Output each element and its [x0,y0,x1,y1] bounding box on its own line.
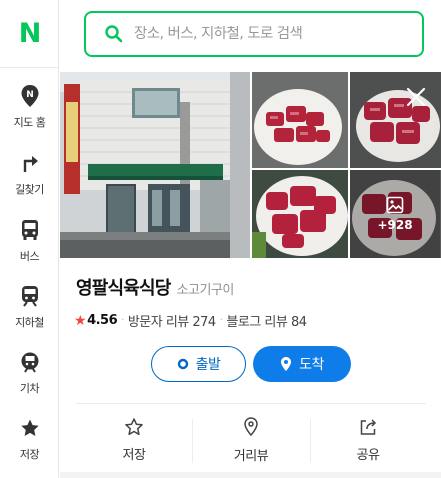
save-label: 저장 [122,448,146,463]
separator-dot: · [121,315,124,326]
naver-logo[interactable]: N [0,0,59,68]
street-view-label: 거리뷰 [233,449,269,464]
meat-photo-3[interactable] [252,170,348,258]
divider [76,403,426,404]
star-outline-icon [125,418,143,436]
left-sidebar: N N 지도 홈 길찾기 버스 지하철 기차 저장 [0,0,59,478]
sidebar-item-label: 지하철 [15,316,44,329]
sidebar-item-label: 저장 [19,448,40,461]
subway-icon [18,284,42,308]
meat-photo-2[interactable] [350,72,441,168]
save-button[interactable]: 저장 [74,412,194,468]
more-photos-count: +928 [377,218,413,232]
place-name: 영팔식육식당 [76,278,171,299]
svg-text:N: N [26,90,34,100]
separator-dot: · [219,315,223,326]
sidebar-item-map-home[interactable]: N 지도 홈 [0,84,59,144]
place-panel: +928 영팔식육식당 소고기구이 ★ 4.56 · 방문자 리뷰 274 · … [60,72,441,478]
sidebar-item-subway[interactable]: 지하철 [0,284,59,344]
search-icon [105,25,123,43]
logo-text: N [18,18,42,49]
place-title-row: 영팔식육식당 소고기구이 [76,274,234,300]
map-pin-icon: N [18,84,42,108]
visitor-reviews-link[interactable]: 방문자 리뷰 274 [128,311,216,330]
search-input[interactable] [134,26,404,42]
close-icon[interactable] [405,86,427,108]
image-icon [386,196,404,214]
start-route-label: 출발 [195,357,221,373]
search-box[interactable] [84,11,424,57]
arrive-route-label: 도착 [299,357,324,373]
sidebar-item-label: 길찾기 [15,183,44,196]
sidebar-item-label: 기차 [19,382,40,395]
photo-gallery[interactable]: +928 [60,72,441,258]
bus-icon [18,218,42,242]
share-label: 공유 [356,448,380,463]
sidebar-item-train[interactable]: 기차 [0,350,59,410]
blog-reviews-link[interactable]: 블로그 리뷰 84 [226,311,307,330]
storefront-photo[interactable] [60,72,250,258]
arrive-route-button[interactable]: 도착 [253,346,351,382]
review-summary: ★ 4.56 · 방문자 리뷰 274 · 블로그 리뷰 84 [74,311,307,331]
street-view-icon [244,417,258,437]
rating-star-icon: ★ [74,312,87,329]
sidebar-item-label: 지도 홈 [13,116,46,129]
share-icon [360,419,377,435]
sidebar-item-bus[interactable]: 버스 [0,218,59,278]
train-icon [18,350,42,374]
star-icon [18,416,42,440]
sidebar-item-directions[interactable]: 길찾기 [0,151,59,211]
sidebar-item-saved[interactable]: 저장 [0,416,59,476]
street-view-button[interactable]: 거리뷰 [191,412,311,468]
rating-value: 4.56 [87,313,118,328]
turn-arrow-icon [18,151,42,175]
place-category: 소고기구이 [176,283,235,298]
share-button[interactable]: 공유 [308,412,428,468]
destination-pin-icon [280,356,292,372]
sidebar-item-label: 버스 [19,250,40,263]
panel-bottom-strip [60,472,441,478]
start-route-button[interactable]: 출발 [151,346,246,382]
more-photos-overlay[interactable]: +928 [350,170,440,258]
meat-photo-1[interactable] [252,72,348,168]
start-point-icon [177,358,189,370]
